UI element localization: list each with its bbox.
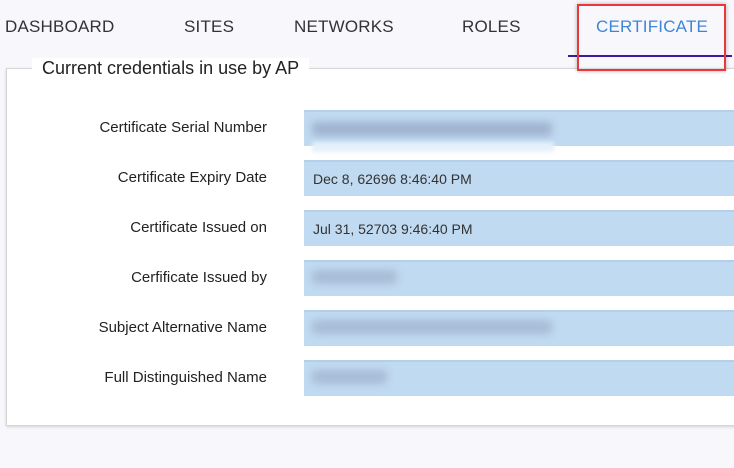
- field-label: Cerfificate Issued by: [131, 269, 267, 286]
- row-distinguished-name: Full Distinguished Name: [0, 360, 734, 396]
- field-label: Certificate Issued on: [130, 219, 267, 236]
- tab-sites[interactable]: SITES: [184, 17, 234, 37]
- serial-number-field: [304, 110, 734, 152]
- redacted-value: [312, 370, 387, 384]
- row-issued-on: Certificate Issued on Jul 31, 52703 9:46…: [0, 210, 734, 246]
- active-tab-indicator: [568, 55, 732, 57]
- issued-on-field: Jul 31, 52703 9:46:40 PM: [304, 210, 734, 246]
- highlight-box: [577, 4, 726, 71]
- field-label: Subject Alternative Name: [98, 319, 267, 336]
- redacted-value: [312, 320, 552, 334]
- tab-networks[interactable]: NETWORKS: [294, 17, 394, 37]
- field-label: Full Distinguished Name: [104, 369, 267, 386]
- card-title: Current credentials in use by AP: [32, 58, 310, 79]
- redacted-value: [312, 122, 552, 136]
- field-label: Certificate Serial Number: [99, 119, 267, 136]
- issued-by-field: [304, 260, 734, 296]
- expiry-date-field: Dec 8, 62696 8:46:40 PM: [304, 160, 734, 196]
- field-label: Certificate Expiry Date: [117, 169, 267, 186]
- tab-roles[interactable]: ROLES: [462, 17, 521, 37]
- distinguished-name-field: [304, 360, 734, 396]
- redacted-value: [312, 270, 397, 284]
- row-expiry-date: Certificate Expiry Date Dec 8, 62696 8:4…: [0, 160, 734, 196]
- row-issued-by: Cerfificate Issued by: [0, 260, 734, 296]
- tab-certificate[interactable]: CERTIFICATE: [596, 17, 708, 37]
- row-serial-number: Certificate Serial Number: [0, 110, 734, 152]
- subject-alt-name-field: [304, 310, 734, 346]
- row-subject-alt-name: Subject Alternative Name: [0, 310, 734, 346]
- tab-dashboard[interactable]: DASHBOARD: [5, 17, 115, 37]
